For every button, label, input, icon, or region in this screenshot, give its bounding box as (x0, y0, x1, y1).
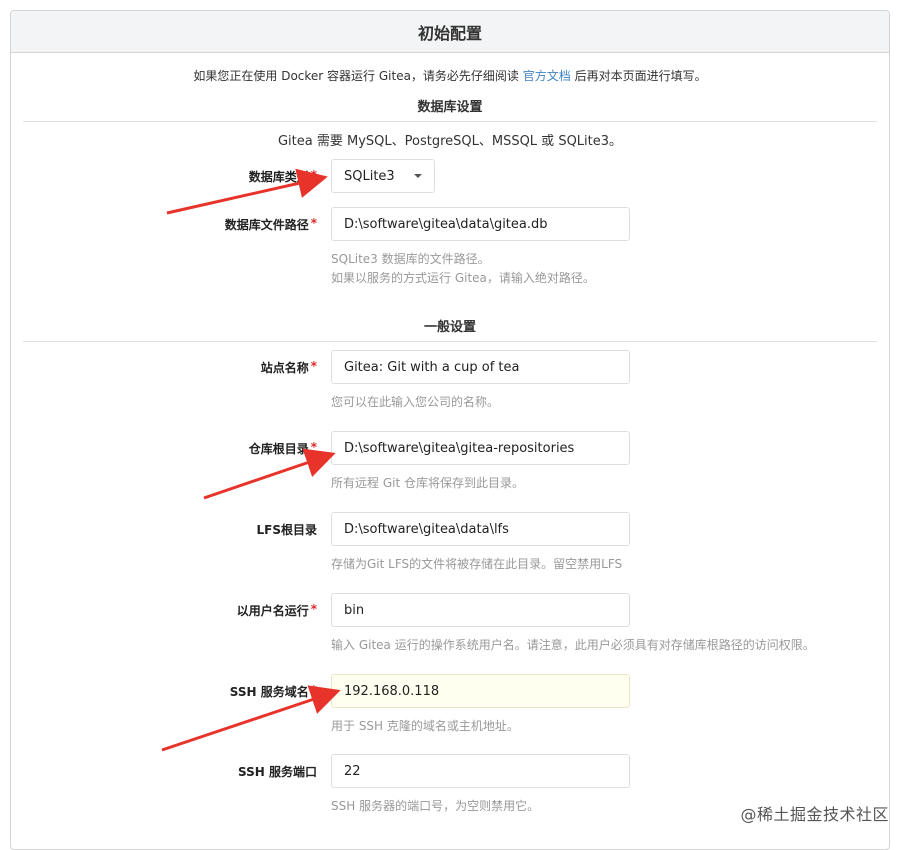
notice-text-after: 后再对本页面进行填写。 (570, 69, 707, 83)
site-name-label-text: 站点名称 (260, 361, 309, 375)
ssh-domain-label: SSH 服务域名 * (230, 683, 317, 700)
db-path-label: 数据库文件路径 * (225, 216, 317, 233)
ssh-port-value: 22 (344, 763, 361, 779)
required-star: * (310, 602, 317, 616)
db-path-help-line-2: 如果以服务的方式运行 Gitea，请输入绝对路径。 (331, 271, 595, 285)
page-title-text: 初始配置 (417, 23, 482, 43)
official-docs-link[interactable]: 官方文档 (523, 69, 571, 83)
db-path-input[interactable]: D:\software\gitea\data\gitea.db (331, 207, 630, 241)
db-type-label-text: 数据库类型 (248, 170, 309, 184)
db-type-select[interactable]: SQLite3 (331, 159, 435, 193)
lfs-root-help: 存储为Git LFS的文件将被存储在此目录。留空禁用LFS (331, 557, 623, 571)
ssh-port-help: SSH 服务器的端口号，为空则禁用它。 (331, 799, 540, 813)
install-card: 初始配置 如果您正在使用 Docker 容器运行 Gitea，请务必先仔细阅读 … (10, 10, 890, 850)
repo-root-label: 仓库根目录 * (249, 440, 317, 457)
ssh-domain-label-text: SSH 服务域名 (229, 685, 309, 699)
repo-root-value: D:\software\gitea\gitea-repositories (344, 440, 575, 456)
run-user-help: 输入 Gitea 运行的操作系统用户名。请注意，此用户必须具有对存储库根路径的访… (331, 638, 815, 652)
run-user-label: 以用户名运行 * (237, 602, 317, 619)
notice-text-before: 如果您正在使用 Docker 容器运行 Gitea，请务必先仔细阅读 (193, 69, 523, 83)
db-path-value: D:\software\gitea\data\gitea.db (344, 216, 548, 232)
ssh-port-label: SSH 服务端口 (238, 763, 317, 780)
repo-root-help: 所有远程 Git 仓库将保存到此目录。 (331, 476, 524, 490)
site-name-input[interactable]: Gitea: Git with a cup of tea (331, 350, 630, 384)
db-path-help: SQLite3 数据库的文件路径。 如果以服务的方式运行 Gitea，请输入绝对… (331, 250, 595, 288)
run-user-label-text: 以用户名运行 (236, 604, 309, 618)
db-type-label: 数据库类型 * (249, 168, 317, 185)
page-title: 初始配置 (11, 11, 889, 53)
lfs-root-value: D:\software\gitea\data\lfs (344, 521, 509, 537)
required-star: * (310, 359, 317, 373)
repo-root-label-text: 仓库根目录 (248, 442, 309, 456)
site-name-label: 站点名称 * (261, 359, 317, 376)
repo-root-input[interactable]: D:\software\gitea\gitea-repositories (331, 431, 630, 465)
site-name-value: Gitea: Git with a cup of tea (344, 359, 520, 375)
dropdown-caret-icon (414, 174, 422, 178)
general-section-title: 一般设置 (23, 316, 877, 342)
db-path-help-line-1: SQLite3 数据库的文件路径。 (331, 252, 490, 266)
database-description: Gitea 需要 MySQL、PostgreSQL、MSSQL 或 SQLite… (277, 134, 623, 149)
required-star: * (310, 168, 317, 182)
run-user-input[interactable]: bin (331, 593, 630, 627)
database-section-title: 数据库设置 (23, 96, 877, 122)
required-star: * (310, 683, 317, 697)
db-path-label-text: 数据库文件路径 (224, 218, 309, 232)
ssh-port-input[interactable]: 22 (331, 754, 630, 788)
required-star: * (310, 216, 317, 230)
run-user-value: bin (344, 602, 365, 618)
ssh-port-label-text: SSH 服务端口 (238, 765, 317, 779)
watermark: @稀土掘金技术社区 (740, 805, 889, 824)
ssh-domain-value: 192.168.0.118 (344, 683, 440, 699)
required-star: * (310, 440, 317, 454)
ssh-domain-input[interactable]: 192.168.0.118 (331, 674, 630, 708)
lfs-root-input[interactable]: D:\software\gitea\data\lfs (331, 512, 630, 546)
db-type-value: SQLite3 (344, 168, 395, 184)
lfs-root-label-text: LFS根目录 (256, 523, 318, 537)
site-name-help: 您可以在此输入您公司的名称。 (331, 395, 500, 409)
lfs-root-label: LFS根目录 (257, 521, 318, 538)
docker-notice: 如果您正在使用 Docker 容器运行 Gitea，请务必先仔细阅读 官方文档 … (11, 67, 889, 84)
ssh-domain-help: 用于 SSH 克隆的域名或主机地址。 (331, 719, 519, 733)
